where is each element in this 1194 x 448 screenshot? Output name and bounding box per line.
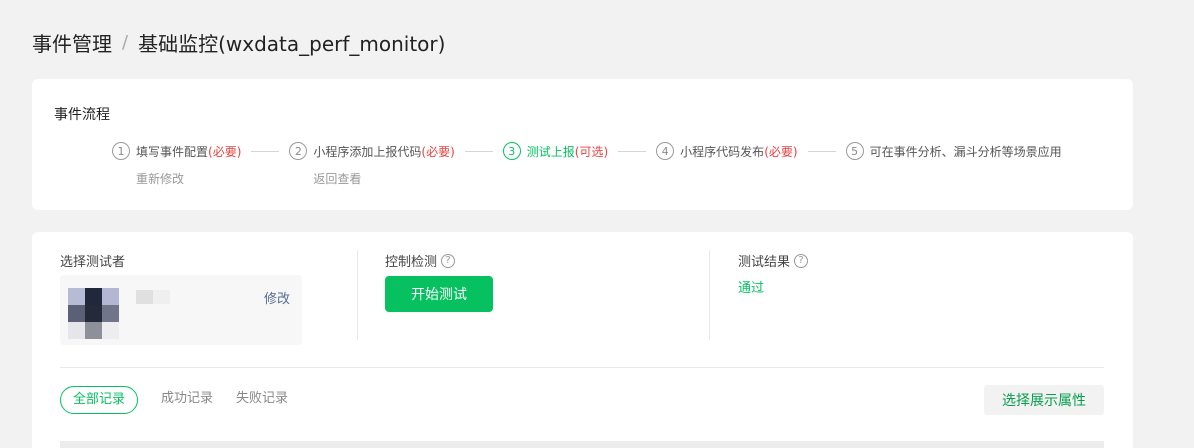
tab-all-records[interactable]: 全部记录 (60, 386, 139, 414)
avatar (68, 288, 120, 340)
step-connector (807, 151, 836, 152)
step-number: 5 (845, 142, 864, 160)
step-4: 4 小程序代码发布 (必要) (656, 141, 798, 161)
section-divider (60, 367, 1104, 368)
step-5: 5 可在事件分析、漏斗分析等场景应用 (845, 141, 1062, 161)
step-label: 小程序添加上报代码 (313, 144, 422, 159)
step-number: 2 (289, 142, 308, 160)
help-icon[interactable]: ? (441, 253, 456, 268)
step-number: 1 (112, 142, 130, 160)
step-required-tag: (必要) (208, 144, 242, 159)
step-1: 1 填写事件配置 (必要) 重新修改 (112, 141, 241, 187)
column-divider (709, 250, 710, 340)
modify-tester-link[interactable]: 修改 (264, 288, 290, 307)
step-label: 测试上报 (526, 144, 575, 159)
breadcrumb-parent[interactable]: 事件管理 (32, 28, 112, 57)
flow-title: 事件流程 (54, 107, 110, 123)
step-number: 3 (502, 142, 521, 160)
step-label: 填写事件配置 (136, 144, 209, 159)
record-tabs: 全部记录 成功记录 失败记录 (60, 386, 311, 414)
step-required-tag: (必要) (421, 144, 455, 159)
step-number: 4 (656, 142, 675, 160)
step-connector (464, 151, 493, 152)
step-label: 可在事件分析、漏斗分析等场景应用 (869, 144, 1062, 159)
tester-title: 选择测试者 (60, 255, 126, 270)
step-2: 2 小程序添加上报代码 (必要) 返回查看 (289, 141, 455, 187)
test-panel-card: 选择测试者 修改 控制检测 ? 开始测试 测试结果 ? 通过 全部记录 成功记录… (32, 232, 1133, 448)
column-divider (357, 250, 358, 340)
records-table-header (60, 441, 1104, 448)
page-title: 基础监控(wxdata_perf_monitor) (138, 32, 446, 56)
step-connector (251, 151, 280, 152)
tester-name-redacted (136, 290, 170, 304)
go-back-view-link[interactable]: 返回查看 (313, 170, 454, 187)
tab-success-records[interactable]: 成功记录 (161, 386, 213, 414)
breadcrumb-separator: / (122, 32, 129, 53)
step-required-tag: (必要) (764, 144, 798, 159)
select-display-attributes-button[interactable]: 选择展示属性 (984, 385, 1104, 415)
breadcrumb: 事件管理 / 基础监控(wxdata_perf_monitor) (32, 28, 445, 57)
edit-again-link[interactable]: 重新修改 (136, 170, 241, 187)
help-icon[interactable]: ? (794, 253, 809, 268)
control-title: 控制检测 ? (385, 251, 456, 270)
step-label: 小程序代码发布 (680, 144, 765, 159)
tab-failed-records[interactable]: 失败记录 (236, 386, 288, 414)
step-connector (618, 151, 647, 152)
result-title: 测试结果 ? (738, 251, 809, 270)
flow-steps: 1 填写事件配置 (必要) 重新修改 2 小程序添加上报代码 (必要) 返回查看… (112, 141, 1062, 187)
start-test-button[interactable]: 开始测试 (385, 276, 493, 312)
step-3: 3 测试上报 (可选) (502, 141, 609, 161)
step-required-tag: (可选) (574, 144, 609, 159)
test-result-value: 通过 (738, 281, 765, 296)
tester-card: 修改 (60, 275, 302, 345)
event-flow-card: 事件流程 1 填写事件配置 (必要) 重新修改 2 小程序添加上报代码 (必要)… (32, 79, 1133, 210)
